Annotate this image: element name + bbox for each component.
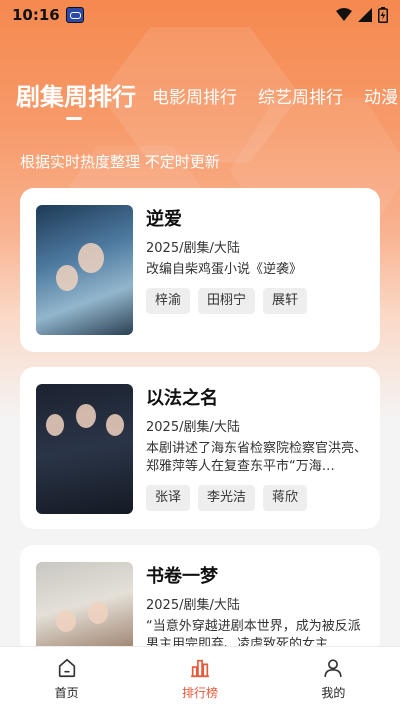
cast-tag[interactable]: 蒋欣 xyxy=(263,485,308,511)
nav-home[interactable]: 首页 xyxy=(0,647,133,708)
battery-icon xyxy=(378,7,388,23)
cast-tag[interactable]: 李光洁 xyxy=(198,485,256,511)
profile-icon xyxy=(324,659,342,678)
tab-tv-weekly[interactable]: 剧集周排行 xyxy=(16,77,136,112)
show-description: 本剧讲述了海东省检察院检察官洪亮、郑雅萍等人在复查东平市“万海… xyxy=(146,441,368,474)
nav-profile[interactable]: 我的 xyxy=(267,647,400,708)
cast-tag[interactable]: 展轩 xyxy=(263,288,308,314)
tab-anime-weekly[interactable]: 动漫 xyxy=(364,83,398,108)
cast-tags: 张译 李光洁 蒋欣 xyxy=(146,485,368,511)
poster-figure xyxy=(46,414,64,436)
ranking-card[interactable]: 以法之名 2025/剧集/大陆 本剧讲述了海东省检察院检察官洪亮、郑雅萍等人在复… xyxy=(20,367,380,529)
show-description: 改编自柴鸡蛋小说《逆袭》 xyxy=(146,262,303,277)
nav-profile-label: 我的 xyxy=(321,686,346,700)
cast-tag[interactable]: 田栩宁 xyxy=(198,288,256,314)
ranking-icon xyxy=(190,659,210,678)
show-title: 书卷一梦 xyxy=(146,566,218,587)
poster-image xyxy=(36,384,133,514)
nav-ranking[interactable]: 排行榜 xyxy=(133,647,266,708)
ranking-tabs: 剧集周排行 电影周排行 综艺周排行 动漫 xyxy=(0,74,400,124)
wifi-icon xyxy=(336,8,352,21)
nav-home-label: 首页 xyxy=(54,686,79,700)
ranking-card[interactable]: 逆爱 2025/剧集/大陆 改编自柴鸡蛋小说《逆袭》 梓渝 田栩宁 展轩 xyxy=(20,188,380,352)
show-meta: 2025/剧集/大陆 xyxy=(146,241,240,256)
cast-tags: 梓渝 田栩宁 展轩 xyxy=(146,288,368,314)
cast-tag[interactable]: 梓渝 xyxy=(146,288,191,314)
app-notification-icon xyxy=(65,7,84,23)
poster-figure xyxy=(76,404,96,428)
poster-image xyxy=(36,205,133,335)
active-tab-indicator xyxy=(66,117,82,120)
signal-icon xyxy=(358,8,372,22)
poster-figure xyxy=(106,414,124,436)
poster-figure xyxy=(88,602,108,624)
show-meta: 2025/剧集/大陆 xyxy=(146,420,240,435)
ranking-card[interactable]: 书卷一梦 2025/剧集/大陆 “当意外穿越进剧本世界，成为被反派男主用完即弃、… xyxy=(20,545,380,655)
status-time: 10:16 xyxy=(12,6,60,24)
poster-figure xyxy=(56,610,76,632)
poster-figure xyxy=(78,243,104,273)
tab-variety-weekly[interactable]: 综艺周排行 xyxy=(258,83,343,108)
status-bar: 10:16 xyxy=(0,0,400,30)
poster-image xyxy=(36,562,133,655)
tab-movie-weekly[interactable]: 电影周排行 xyxy=(152,83,237,108)
show-meta: 2025/剧集/大陆 xyxy=(146,598,240,613)
cast-tag[interactable]: 张译 xyxy=(146,485,191,511)
show-title: 逆爱 xyxy=(146,209,182,230)
home-icon xyxy=(58,658,75,678)
nav-ranking-label: 排行榜 xyxy=(181,686,218,700)
poster-figure xyxy=(56,265,78,291)
ranking-subtitle: 根据实时热度整理 不定时更新 xyxy=(20,153,220,171)
bottom-navigation: 首页 排行榜 我的 xyxy=(0,646,400,708)
show-title: 以法之名 xyxy=(146,388,218,409)
